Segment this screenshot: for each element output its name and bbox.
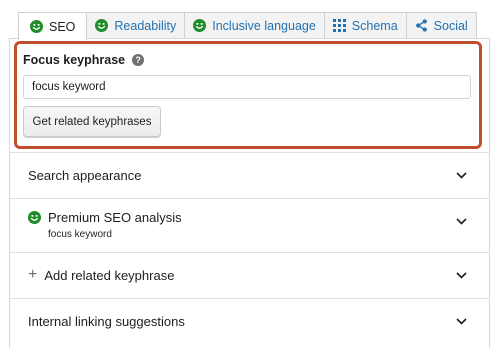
tab-label: SEO [49, 19, 76, 34]
focus-keyphrase-input[interactable] [23, 75, 471, 99]
tab-label: Readability [114, 18, 177, 33]
smiley-green-icon [30, 20, 43, 33]
section-title-wrap: Premium SEO analysis [28, 210, 182, 225]
share-icon [415, 19, 427, 32]
tab-label: Schema [351, 18, 398, 33]
tab-label: Inclusive language [212, 18, 316, 33]
focus-keyphrase-label: Focus keyphrase ? [23, 53, 145, 67]
section-subtitle: focus keyword [48, 229, 112, 240]
chevron-down-icon [456, 172, 467, 179]
tab-schema[interactable]: Schema [323, 12, 407, 38]
tab-inclusive-language[interactable]: Inclusive language [184, 12, 325, 38]
get-related-keyphrases-button[interactable]: Get related keyphrases [23, 106, 161, 137]
grid-icon [332, 19, 346, 32]
section-title: Premium SEO analysis [48, 210, 182, 225]
smiley-green-icon [95, 19, 109, 32]
section-title-wrap: + Add related keyphrase [28, 265, 175, 283]
plus-icon: + [28, 265, 38, 283]
chevron-down-icon [456, 218, 467, 225]
section-internal-linking-suggestions[interactable]: Internal linking suggestions [10, 298, 489, 348]
focus-keyphrase-box: Focus keyphrase ? Get related keyphrases [14, 41, 482, 149]
help-icon[interactable]: ? [132, 54, 145, 66]
section-premium-seo-analysis[interactable]: Premium SEO analysis focus keyword [10, 198, 489, 252]
tab-seo[interactable]: SEO [18, 12, 88, 40]
section-search-appearance[interactable]: Search appearance [10, 152, 489, 198]
tab-label: Social [433, 18, 468, 33]
focus-keyphrase-label-text: Focus keyphrase [23, 53, 126, 67]
section-title: Internal linking suggestions [28, 314, 185, 329]
smiley-green-icon [193, 19, 207, 32]
section-title: Add related keyphrase [44, 268, 175, 283]
tab-social[interactable]: Social [405, 12, 477, 38]
section-title: Search appearance [28, 168, 142, 183]
tab-readability[interactable]: Readability [86, 12, 186, 38]
chevron-down-icon [456, 272, 467, 279]
chevron-down-icon [456, 318, 467, 325]
metabox-tabs: SEO Readability Inclusive language Schem… [18, 12, 477, 40]
smiley-green-icon [28, 211, 41, 224]
section-add-related-keyphrase[interactable]: + Add related keyphrase [10, 252, 489, 298]
